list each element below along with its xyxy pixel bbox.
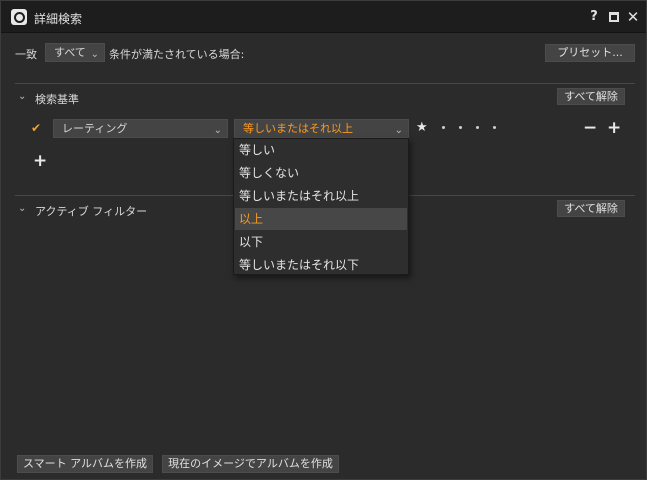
menu-item-greater-or-equal[interactable]: 等しいまたはそれ以上	[235, 185, 407, 207]
match-mode-value: すべて	[54, 46, 86, 59]
menu-item-less-or-equal[interactable]: 等しいまたはそれ以下	[235, 254, 407, 276]
menu-item-not-equal[interactable]: 等しくない	[235, 162, 407, 184]
create-album-from-images-button[interactable]: 現在のイメージでアルバムを作成	[162, 455, 339, 473]
create-smart-album-button[interactable]: スマート アルバムを作成	[17, 455, 153, 473]
criteria-section-title: 検索基準	[35, 93, 79, 106]
section-collapse-icon[interactable]: ⌄	[18, 91, 26, 102]
title-bar: 詳細検索 ? ✕	[1, 1, 646, 33]
chevron-down-icon: ⌄	[90, 49, 99, 60]
maximize-button[interactable]	[606, 8, 622, 26]
rule-operator-select[interactable]: 等しいまたはそれ以上 ⌄	[234, 119, 409, 138]
rule-operator-value: 等しいまたはそれ以上	[243, 122, 353, 135]
condition-text: 条件が満たされている場合:	[109, 48, 245, 61]
star-icon[interactable]: ★	[416, 120, 428, 135]
add-rule-inline-button[interactable]: +	[607, 120, 621, 137]
operator-dropdown-menu: 等しい 等しくない 等しいまたはそれ以上 以上 以下 等しいまたはそれ以下	[233, 138, 409, 275]
active-filter-clear-all-button[interactable]: すべて解除	[557, 200, 625, 217]
match-mode-select[interactable]: すべて ⌄	[45, 43, 105, 62]
criteria-clear-all-button[interactable]: すべて解除	[557, 88, 625, 105]
rule-field-value: レーティング	[62, 122, 128, 135]
menu-item-equal[interactable]: 等しい	[235, 139, 407, 161]
section-collapse-icon[interactable]: ⌄	[18, 203, 26, 214]
help-button[interactable]: ?	[586, 8, 602, 26]
app-logo-icon	[11, 9, 27, 25]
maximize-icon	[609, 12, 619, 22]
rating-dot-icon[interactable]	[475, 126, 479, 129]
rule-field-select[interactable]: レーティング ⌄	[53, 119, 228, 138]
rating-dot-icon[interactable]	[492, 126, 496, 129]
rating-dot-icon[interactable]	[441, 126, 445, 129]
match-label: 一致	[15, 48, 37, 61]
window-title: 詳細検索	[34, 12, 83, 26]
preset-button[interactable]: プリセット...	[545, 44, 635, 62]
active-filter-section-title: アクティブ フィルター	[35, 205, 148, 218]
advanced-search-window: 詳細検索 ? ✕ 一致 すべて ⌄ 条件が満たされている場合: プリセット...…	[0, 0, 647, 480]
rating-dot-icon[interactable]	[458, 126, 462, 129]
menu-item-greater[interactable]: 以上	[235, 208, 407, 230]
menu-item-less[interactable]: 以下	[235, 231, 407, 253]
chevron-down-icon: ⌄	[213, 125, 222, 136]
close-button[interactable]: ✕	[625, 8, 641, 26]
rating-stars[interactable]: ★	[416, 120, 496, 135]
chevron-down-icon: ⌄	[394, 125, 403, 136]
add-rule-button[interactable]: +	[33, 153, 47, 170]
rule-enabled-checkbox[interactable]: ✔	[30, 122, 42, 134]
divider	[15, 83, 635, 84]
remove-rule-button[interactable]: −	[583, 120, 597, 137]
